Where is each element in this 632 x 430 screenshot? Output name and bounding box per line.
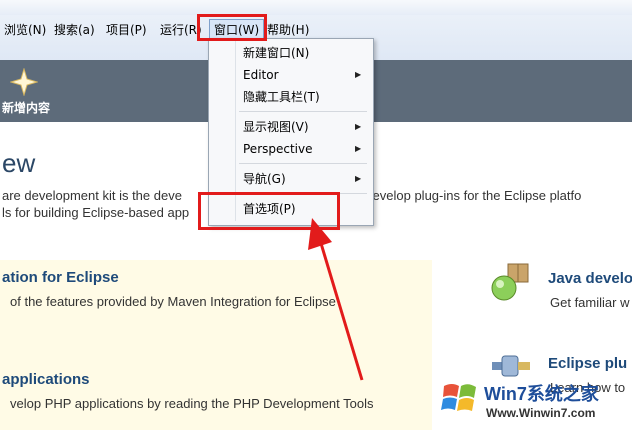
overview-text-right: d to develop plug-ins for the Eclipse pl… bbox=[340, 188, 582, 203]
watermark: Win7系统之家 Www.Winwin7.com bbox=[434, 370, 632, 430]
watermark-url: Www.Winwin7.com bbox=[486, 406, 596, 420]
menu-search[interactable]: 搜索(a) bbox=[54, 20, 95, 40]
java-section-title[interactable]: Java develo bbox=[548, 270, 632, 287]
menu-project[interactable]: 项目(P) bbox=[106, 20, 147, 40]
watermark-brand: Win7系统之家 bbox=[484, 384, 599, 404]
submenu-arrow-icon: ▶ bbox=[355, 174, 362, 183]
menu-browse[interactable]: 浏览(N) bbox=[4, 20, 46, 40]
sparkle-icon[interactable] bbox=[10, 68, 38, 96]
menu-new-window[interactable]: 新建窗口(N) bbox=[243, 43, 309, 63]
page-title: ew bbox=[2, 148, 36, 178]
annotation-arrow-icon bbox=[308, 218, 364, 381]
menu-show-view[interactable]: 显示视图(V) bbox=[243, 117, 309, 137]
menu-hide-toolbar[interactable]: 隐藏工具栏(T) bbox=[243, 87, 320, 107]
overview-text-left: are development kit is the deve bbox=[2, 188, 182, 203]
menu-help[interactable]: 帮助(H) bbox=[267, 20, 309, 40]
menu-separator bbox=[239, 111, 367, 112]
title-strip bbox=[0, 0, 632, 15]
java-section-desc: Get familiar w bbox=[550, 295, 630, 310]
maven-section-desc: of the features provided by Maven Integr… bbox=[10, 294, 336, 309]
windows-logo-icon bbox=[441, 384, 476, 411]
highlight-box-window-menu bbox=[197, 14, 267, 41]
overview-text-line2: ls for building Eclipse-based app bbox=[2, 205, 190, 220]
submenu-arrow-icon: ▶ bbox=[355, 70, 362, 79]
php-section-desc: velop PHP applications by reading the PH… bbox=[10, 396, 374, 411]
menu-run[interactable]: 运行(R) bbox=[160, 20, 202, 40]
menu-editor[interactable]: Editor bbox=[243, 65, 279, 85]
java-package-icon bbox=[491, 263, 529, 301]
whats-new-label[interactable]: 新增内容 bbox=[2, 99, 50, 116]
maven-section-title[interactable]: ation for Eclipse bbox=[2, 269, 119, 286]
menu-navigation[interactable]: 导航(G) bbox=[243, 169, 286, 189]
submenu-arrow-icon: ▶ bbox=[355, 144, 362, 153]
menu-separator bbox=[239, 163, 367, 164]
menu-perspective[interactable]: Perspective bbox=[243, 139, 313, 159]
submenu-arrow-icon: ▶ bbox=[355, 122, 362, 131]
php-section-title[interactable]: applications bbox=[2, 371, 90, 388]
